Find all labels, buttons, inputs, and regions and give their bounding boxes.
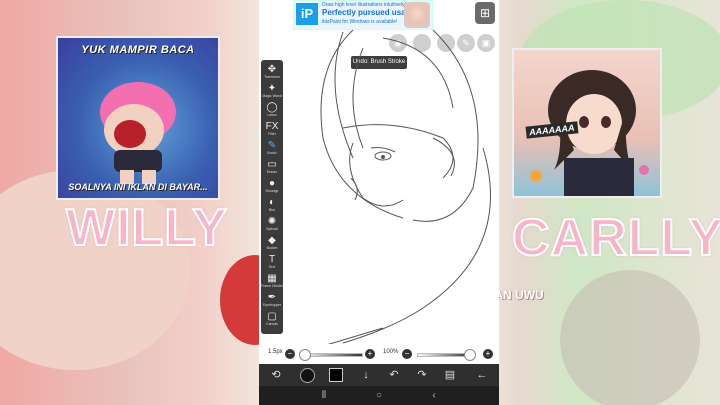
blur-icon: ◐ <box>268 197 276 208</box>
undo-icon[interactable]: ↶ <box>383 364 405 386</box>
drawing-canvas[interactable] <box>283 28 499 344</box>
bg-blob <box>560 270 700 405</box>
tool-text[interactable]: T Text <box>261 254 283 270</box>
recent-apps-icon[interactable]: ⦀ <box>309 386 339 405</box>
size-minus-button[interactable]: − <box>285 349 295 359</box>
tool-special[interactable]: ✺ Special <box>261 216 283 232</box>
opacity-plus-button[interactable]: + <box>483 349 493 359</box>
anime-girl-image <box>530 70 649 196</box>
brush-controls: 1.5px − + 100% − + <box>259 346 499 362</box>
frame-divider-icon: ▦ <box>267 273 277 284</box>
bucket-icon: ◆ <box>268 235 276 246</box>
back-icon[interactable]: ‹ <box>419 386 449 405</box>
ad-line-3: ibisPaint for Windows is available! <box>322 19 398 25</box>
magic-wand-icon: ✦ <box>267 83 277 94</box>
eraser-icon: ▭ <box>267 159 277 170</box>
opacity-value: 100% <box>383 349 399 355</box>
tool-blur[interactable]: ◐ Blur <box>261 197 283 213</box>
lasso-icon: ◯ <box>266 102 278 113</box>
left-avatar-card: YUK MAMPIR BACA SOALNYA INI IKLAN DI BAY… <box>56 36 220 200</box>
app-logo: iP <box>296 3 318 25</box>
tool-frame-divider[interactable]: ▦ Frame Divider <box>261 273 283 289</box>
tool-magic-wand[interactable]: ✦ Magic Wand <box>261 83 283 99</box>
tool-palette: ✥ Transform ✦ Magic Wand ◯ Lasso FX Filter ✎… <box>261 60 283 334</box>
text-icon: T <box>268 254 276 265</box>
right-name: CARLLY <box>511 208 720 268</box>
tool-eraser[interactable]: ▭ Eraser <box>261 159 283 175</box>
opacity-minus-button[interactable]: − <box>402 349 412 359</box>
transform-icon: ✥ <box>267 64 277 75</box>
filter-icon: FX <box>265 121 279 132</box>
left-card-caption: SOALNYA INI IKLAN DI BAYAR... <box>68 182 208 192</box>
home-icon[interactable]: ○ <box>364 386 394 405</box>
tool-canvas[interactable]: ▢ Canvas <box>261 311 283 327</box>
tool-eyedropper[interactable]: ✒ Eyedropper <box>261 292 283 308</box>
canvas-icon: ▢ <box>267 311 277 322</box>
left-name: WILLY <box>65 198 228 258</box>
system-nav-bar: ⦀ ○ ‹ <box>259 386 499 405</box>
opacity-slider-handle[interactable] <box>464 349 476 361</box>
back-arrow-icon[interactable]: ← <box>471 364 493 386</box>
layers-icon[interactable]: ▤ <box>439 364 461 386</box>
tool-lasso[interactable]: ◯ Lasso <box>261 102 283 118</box>
menu-grid-icon[interactable]: ⊞ <box>475 2 495 24</box>
smudge-icon: ● <box>268 178 276 189</box>
arrow-down-icon[interactable]: ↓ <box>355 364 377 386</box>
right-avatar-card: AAAAAAA <box>512 48 662 198</box>
color-swatch[interactable] <box>329 368 343 382</box>
tool-bucket[interactable]: ◆ Bucket <box>261 235 283 251</box>
special-icon: ✺ <box>267 216 277 227</box>
tool-filter[interactable]: FX Filter <box>261 121 283 137</box>
brush-icon: ✎ <box>267 140 277 151</box>
cartoon-character-image <box>100 82 176 184</box>
rotate-icon[interactable]: ⟲ <box>265 364 287 386</box>
ad-banner[interactable]: iP Draw high level illustrations intuiti… <box>293 0 433 30</box>
tool-smudge[interactable]: ● Smudge <box>261 178 283 194</box>
ad-illustration <box>404 2 430 28</box>
brush-size-value: 1.5px <box>268 349 283 355</box>
size-slider-handle[interactable] <box>299 349 311 361</box>
opacity-slider[interactable] <box>417 353 471 357</box>
eyedropper-icon: ✒ <box>267 292 277 303</box>
brush-color-circle[interactable] <box>300 368 315 383</box>
drawing-app-screen: iP Draw high level illustrations intuiti… <box>259 0 499 405</box>
redo-icon[interactable]: ↷ <box>411 364 433 386</box>
tool-brush[interactable]: ✎ Brush <box>261 140 283 156</box>
size-plus-button[interactable]: + <box>365 349 375 359</box>
bottom-action-bar: ⟲ ↓ ↶ ↷ ▤ ← <box>259 364 499 386</box>
tool-transform[interactable]: ✥ Transform <box>261 64 283 80</box>
